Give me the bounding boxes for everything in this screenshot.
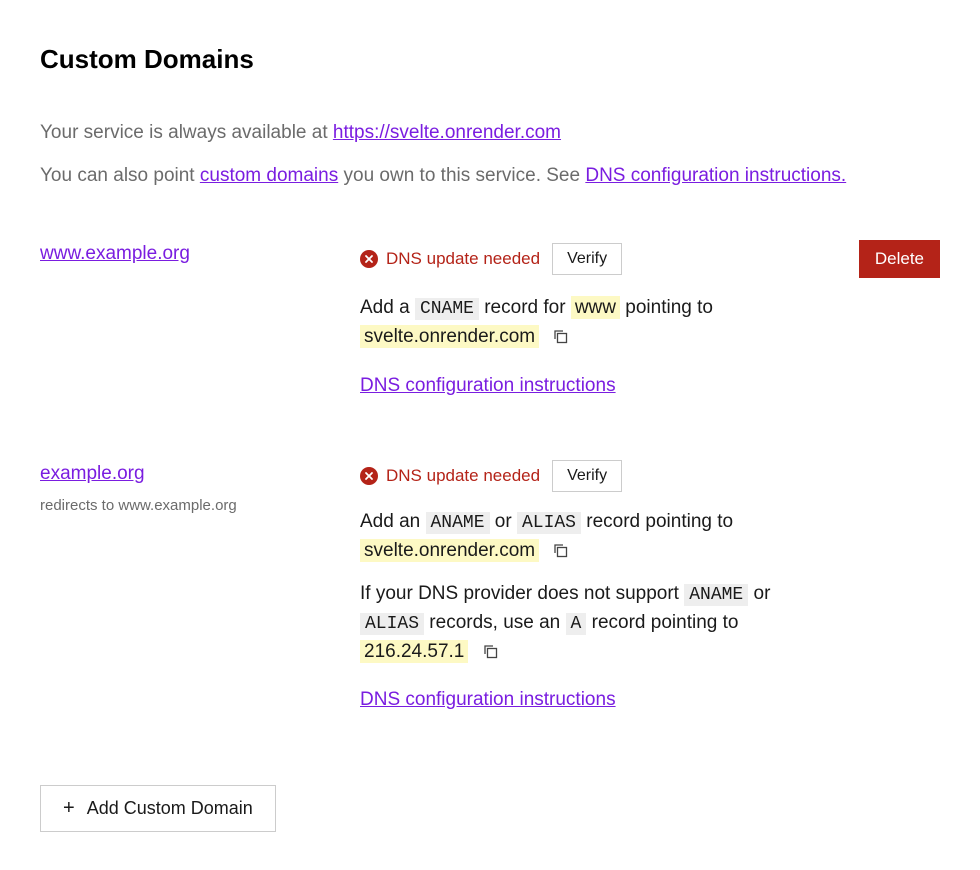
code-alias: ALIAS: [517, 512, 581, 534]
highlight-ip: 216.24.57.1: [360, 640, 468, 663]
delete-button[interactable]: Delete: [859, 240, 940, 278]
highlight-target: svelte.onrender.com: [360, 539, 539, 562]
dns-config-link[interactable]: DNS configuration instructions: [360, 372, 616, 401]
domain-row: www.example.org DNS update needed Verify…: [40, 240, 940, 400]
domain-row: example.org redirects to www.example.org…: [40, 460, 940, 715]
plus-icon: +: [63, 798, 75, 818]
error-icon: [360, 250, 378, 268]
intro-text: You can also point: [40, 165, 200, 186]
dns-instruction: Add an ANAME or ALIAS record pointing to…: [360, 508, 820, 566]
status-text: DNS update needed: [386, 246, 540, 272]
code-aname: ANAME: [426, 512, 490, 534]
verify-button[interactable]: Verify: [552, 460, 622, 492]
status-text: DNS update needed: [386, 463, 540, 489]
highlight-www: www: [571, 296, 620, 319]
intro-text: you own to this service. See: [338, 165, 585, 186]
status-badge: DNS update needed: [360, 463, 540, 489]
intro-text: Your service is always available at: [40, 122, 333, 143]
copy-icon[interactable]: [552, 542, 569, 559]
copy-icon[interactable]: [482, 643, 499, 660]
highlight-target: svelte.onrender.com: [360, 325, 539, 348]
code-aname: ANAME: [684, 584, 748, 606]
redirect-note: redirects to www.example.org: [40, 495, 360, 518]
copy-icon[interactable]: [552, 328, 569, 345]
status-badge: DNS update needed: [360, 246, 540, 272]
add-button-label: Add Custom Domain: [87, 798, 253, 819]
dns-config-link[interactable]: DNS configuration instructions: [360, 686, 616, 715]
domain-name-link[interactable]: example.org: [40, 463, 145, 484]
code-alias: ALIAS: [360, 613, 424, 635]
intro-line-1: Your service is always available at http…: [40, 119, 940, 148]
error-icon: [360, 467, 378, 485]
verify-button[interactable]: Verify: [552, 243, 622, 275]
code-a: A: [566, 613, 587, 635]
dns-instruction: Add a CNAME record for www pointing to s…: [360, 294, 820, 352]
code-cname: CNAME: [415, 298, 479, 320]
service-url-link[interactable]: https://svelte.onrender.com: [333, 122, 561, 143]
custom-domains-link[interactable]: custom domains: [200, 165, 338, 186]
page-title: Custom Domains: [40, 40, 940, 79]
domain-name-link[interactable]: www.example.org: [40, 243, 190, 264]
dns-instruction-fallback: If your DNS provider does not support AN…: [360, 580, 820, 667]
add-custom-domain-button[interactable]: + Add Custom Domain: [40, 785, 276, 832]
dns-instructions-link[interactable]: DNS configuration instructions.: [585, 165, 846, 186]
intro-line-2: You can also point custom domains you ow…: [40, 162, 940, 191]
